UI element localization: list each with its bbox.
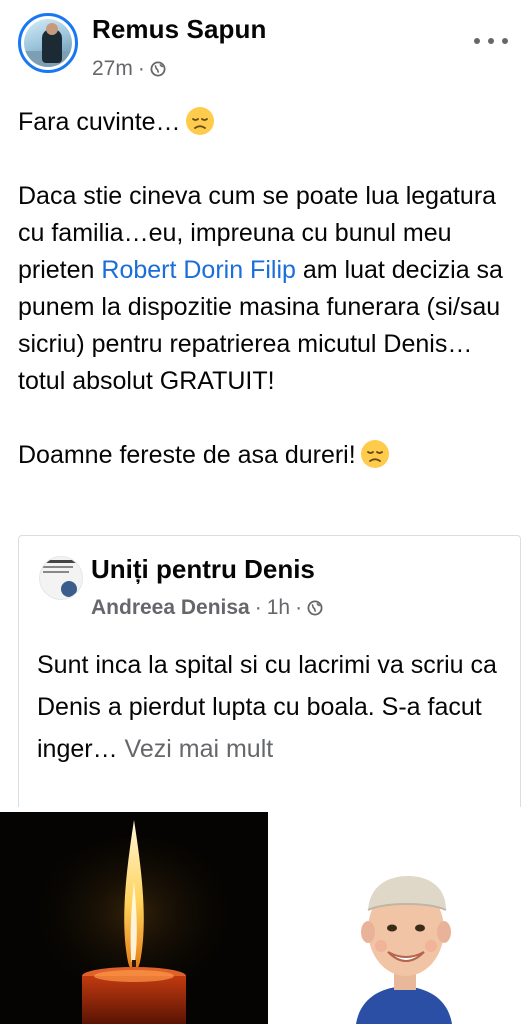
body-paragraph-2: Daca stie cineva cum se poate lua legatu…	[18, 178, 512, 400]
mention-link[interactable]: Robert Dorin Filip	[101, 256, 296, 284]
facebook-post: Remus Sapun 27m · Fara cuvinte… Daca sti	[0, 0, 522, 1024]
avatar-photo	[61, 581, 77, 597]
author-avatar[interactable]	[18, 13, 78, 73]
avatar-photo	[24, 19, 72, 67]
author-name[interactable]: Remus Sapun	[92, 14, 266, 45]
meta-separator: ·	[254, 596, 262, 619]
shared-page-name[interactable]: Andreea Denisa	[91, 596, 250, 620]
group-avatar[interactable]	[39, 556, 83, 600]
body-text: Doamne fereste de asa dureri!	[18, 441, 356, 469]
body-line-last: Doamne fereste de asa dureri!	[18, 437, 512, 474]
dot	[474, 38, 480, 44]
avatar-head	[46, 23, 58, 35]
body-line-1: Fara cuvinte…	[18, 104, 512, 141]
post-body: Fara cuvinte… Daca stie cineva cum se po…	[18, 104, 512, 474]
shared-meta: Andreea Denisa · 1h ·	[91, 596, 323, 620]
dot	[502, 38, 508, 44]
candle-illustration	[0, 812, 268, 1024]
shared-post-card[interactable]: Uniți pentru Denis Andreea Denisa · 1h ·…	[18, 535, 521, 807]
dot	[488, 38, 494, 44]
child-illustration	[268, 812, 522, 1024]
shared-group-name[interactable]: Uniți pentru Denis	[91, 554, 315, 585]
post-header: Remus Sapun 27m ·	[0, 0, 522, 90]
disappointed-face-icon	[360, 440, 389, 468]
globe-icon[interactable]	[307, 600, 323, 616]
candle-image[interactable]	[0, 812, 268, 1024]
post-meta: 27m ·	[92, 55, 166, 83]
avatar-text-line	[43, 566, 73, 568]
child-photo[interactable]	[268, 812, 522, 1024]
disappointed-face-icon	[185, 107, 214, 135]
meta-separator: ·	[137, 57, 145, 80]
avatar-text-line	[43, 571, 69, 573]
see-more-link[interactable]: Vezi mai mult	[125, 735, 274, 763]
avatar-text-line	[43, 560, 77, 563]
body-text: Fara cuvinte…	[18, 108, 181, 136]
shared-time[interactable]: 1h	[267, 596, 290, 620]
globe-icon[interactable]	[150, 61, 166, 77]
shared-post-text: Sunt inca la spital si cu lacrimi va scr…	[37, 644, 507, 770]
meta-separator: ·	[295, 596, 303, 619]
more-options-icon[interactable]	[474, 32, 508, 50]
post-time[interactable]: 27m	[92, 57, 133, 81]
